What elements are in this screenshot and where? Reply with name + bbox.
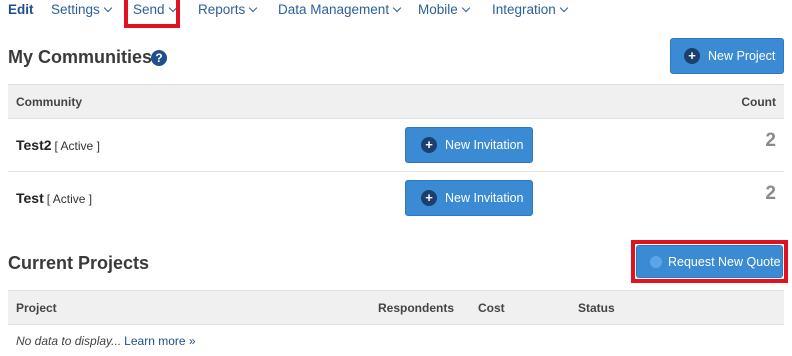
plus-icon: + bbox=[421, 137, 437, 153]
nav-integration-label: Integration bbox=[492, 2, 556, 17]
chevron-down-icon bbox=[461, 3, 471, 13]
row-divider bbox=[8, 171, 784, 172]
nav-mobile-label: Mobile bbox=[418, 2, 458, 17]
new-invitation-button[interactable]: + New Invitation bbox=[405, 180, 533, 216]
request-new-quote-button[interactable]: Request New Quote bbox=[636, 245, 783, 278]
nav-data-management[interactable]: Data Management bbox=[278, 2, 402, 17]
new-invitation-button[interactable]: + New Invitation bbox=[405, 127, 533, 163]
projects-table-header: Project Respondents Cost Status bbox=[8, 290, 784, 325]
nav-settings[interactable]: Settings bbox=[51, 2, 113, 17]
nav-mobile[interactable]: Mobile bbox=[418, 2, 471, 17]
community-row-name[interactable]: Test2[ Active ] bbox=[16, 137, 100, 153]
new-project-label: New Project bbox=[708, 49, 776, 63]
header-project: Project bbox=[16, 301, 57, 315]
empty-projects-message: No data to display... Learn more » bbox=[16, 334, 196, 348]
new-invitation-label: New Invitation bbox=[445, 138, 524, 152]
nav-data-management-label: Data Management bbox=[278, 2, 390, 17]
empty-text: No data to display... bbox=[16, 334, 122, 348]
new-invitation-label: New Invitation bbox=[445, 191, 524, 205]
new-project-button[interactable]: + New Project bbox=[670, 38, 784, 74]
community-status: [ Active ] bbox=[54, 139, 100, 153]
circle-icon bbox=[650, 255, 662, 268]
communities-table-header: Community Count bbox=[8, 84, 784, 119]
chevron-down-icon bbox=[249, 3, 258, 13]
header-cost: Cost bbox=[478, 301, 505, 315]
learn-more-link[interactable]: Learn more » bbox=[124, 334, 195, 348]
plus-icon: + bbox=[421, 190, 437, 206]
chevron-down-icon bbox=[392, 3, 402, 13]
nav-integration[interactable]: Integration bbox=[492, 2, 569, 17]
header-count: Count bbox=[741, 95, 776, 109]
help-icon[interactable]: ? bbox=[151, 50, 167, 66]
community-count: 2 bbox=[765, 183, 776, 204]
community-name: Test2 bbox=[16, 137, 52, 153]
chevron-down-icon bbox=[559, 3, 569, 13]
community-row-name[interactable]: Test[ Active ] bbox=[16, 190, 92, 206]
request-new-quote-label: Request New Quote bbox=[668, 254, 781, 269]
community-name: Test bbox=[16, 190, 44, 206]
plus-icon: + bbox=[684, 48, 700, 64]
nav-edit[interactable]: Edit bbox=[8, 2, 34, 17]
current-projects-title: Current Projects bbox=[8, 253, 150, 273]
send-highlight-box bbox=[124, 0, 180, 28]
community-status: [ Active ] bbox=[46, 192, 93, 206]
nav-settings-label: Settings bbox=[51, 2, 100, 17]
header-status: Status bbox=[578, 301, 615, 315]
top-nav: Edit Settings Send Reports Data Manageme… bbox=[0, 0, 792, 20]
header-community: Community bbox=[16, 95, 82, 109]
chevron-down-icon bbox=[103, 3, 113, 13]
nav-reports-label: Reports bbox=[198, 2, 246, 17]
nav-reports[interactable]: Reports bbox=[198, 2, 258, 17]
community-count: 2 bbox=[765, 130, 776, 151]
header-respondents: Respondents bbox=[378, 301, 455, 315]
my-communities-title: My Communities bbox=[8, 47, 153, 67]
